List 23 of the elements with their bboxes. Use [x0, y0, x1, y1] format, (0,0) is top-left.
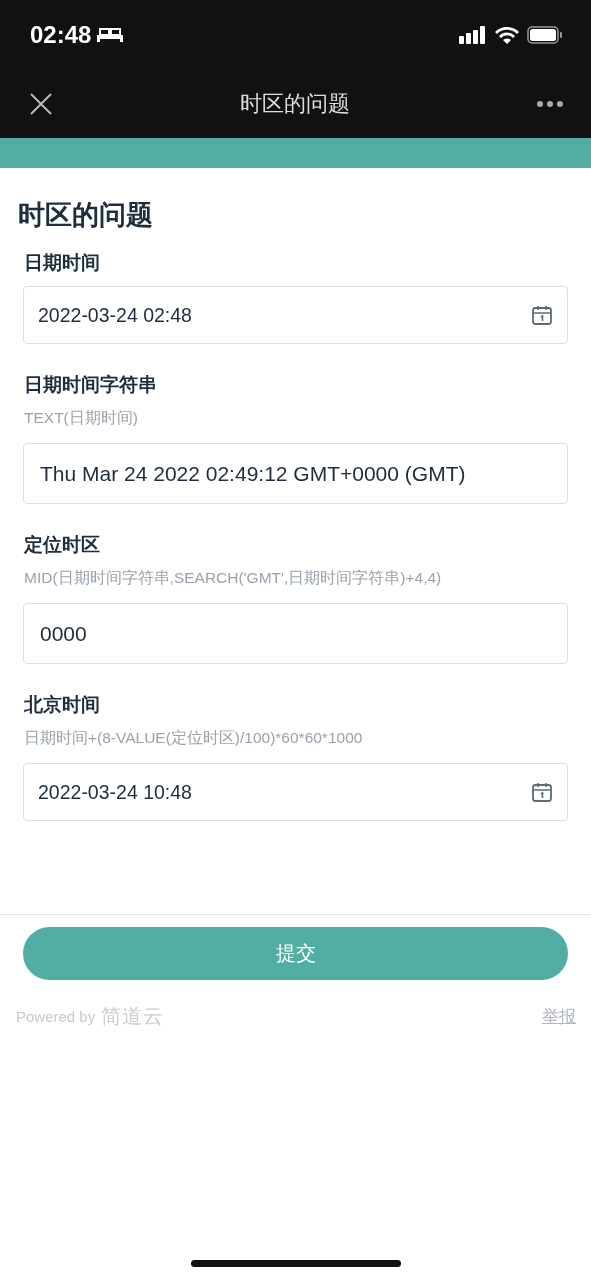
nav-title: 时区的问题 [239, 90, 350, 118]
close-icon[interactable] [30, 93, 52, 115]
formula-hint: 日期时间+(8-VALUE(定位时区)/100)*60*60*1000 [24, 728, 364, 748]
more-icon[interactable] [537, 101, 563, 107]
date-field[interactable]: 2022-03-24 02:48 [23, 286, 568, 344]
formula-hint: MID(日期时间字符串,SEARCH('GMT',日期时间字符串)+4,4) [24, 568, 443, 588]
bed-icon [97, 26, 124, 44]
battery-icon [527, 26, 563, 44]
field-label: 日期时间 [24, 251, 101, 275]
date-field[interactable]: 2022-03-24 10:48 [23, 763, 568, 821]
formula-hint: TEXT(日期时间) [24, 408, 139, 428]
calendar-icon[interactable] [531, 304, 553, 326]
input-field[interactable]: 0000 [23, 603, 568, 664]
form-title: 时区的问题 [18, 199, 154, 232]
field-label: 定位时区 [24, 533, 101, 557]
status-time: 02:48 [30, 21, 92, 49]
signal-icon [459, 26, 487, 44]
input-field[interactable]: Thu Mar 24 2022 02:49:12 GMT+0000 (GMT) [23, 443, 568, 504]
wifi-icon [495, 26, 519, 44]
field-label: 北京时间 [24, 693, 101, 717]
field-label: 日期时间字符串 [24, 373, 158, 397]
calendar-icon[interactable] [531, 781, 553, 803]
powered-by-text: Powered by [16, 1008, 96, 1025]
